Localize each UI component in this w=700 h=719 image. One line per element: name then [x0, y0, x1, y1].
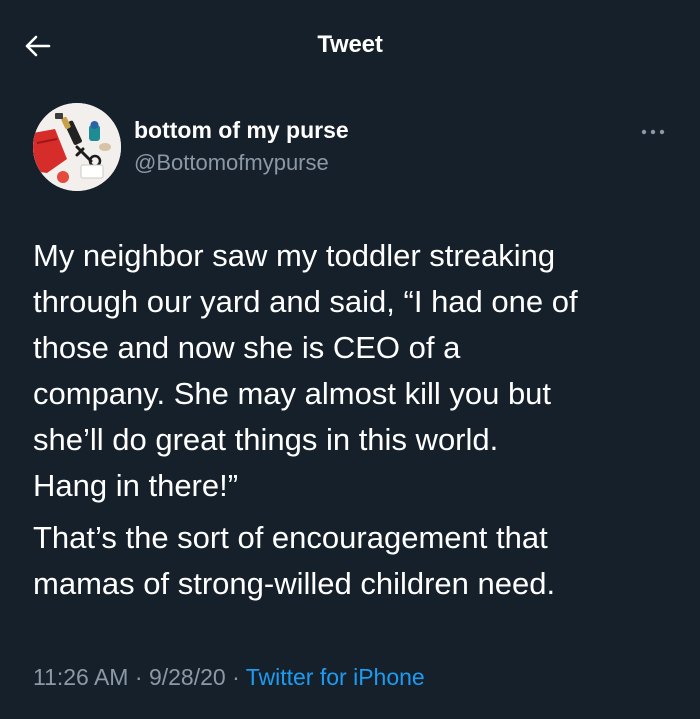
tweet-line: That’s the sort of encouragement that	[33, 520, 548, 555]
tweet-line: company. She may almost kill you but	[33, 376, 552, 411]
tweet-text: My neighbor saw my toddler streaking thr…	[33, 233, 683, 607]
purse-items-avatar	[33, 103, 121, 191]
tweet-metadata: 11:26 AM · 9/28/20 · Twitter for iPhone	[33, 664, 425, 691]
author-display-name[interactable]: bottom of my purse	[134, 117, 349, 144]
tweet-source-link[interactable]: Twitter for iPhone	[246, 664, 425, 690]
more-options-button[interactable]	[637, 122, 669, 142]
page-title: Tweet	[317, 31, 383, 58]
tweet-line: mamas of strong-willed children need.	[33, 566, 556, 601]
tweet-line: those and now she is CEO of a	[33, 330, 461, 365]
avatar[interactable]	[33, 103, 121, 191]
tweet-time[interactable]: 11:26 AM	[33, 664, 128, 690]
tweet-line: Hang in there!”	[33, 468, 239, 503]
top-bar: Tweet	[0, 0, 700, 92]
tweet-line: through our yard and said, “I had one of	[33, 284, 578, 319]
author-handle[interactable]: @Bottomofmypurse	[134, 150, 329, 176]
more-horizontal-icon	[641, 129, 665, 135]
separator-dot: ·	[232, 664, 240, 690]
tweet-date[interactable]: 9/28/20	[149, 664, 226, 690]
separator-dot: ·	[134, 664, 143, 690]
tweet-paragraph-2: That’s the sort of encouragement that ma…	[33, 515, 683, 607]
tweet-paragraph-1: My neighbor saw my toddler streaking thr…	[33, 233, 683, 509]
tweet-line: My neighbor saw my toddler streaking	[33, 238, 556, 273]
tweet-line: she’ll do great things in this world.	[33, 422, 499, 457]
